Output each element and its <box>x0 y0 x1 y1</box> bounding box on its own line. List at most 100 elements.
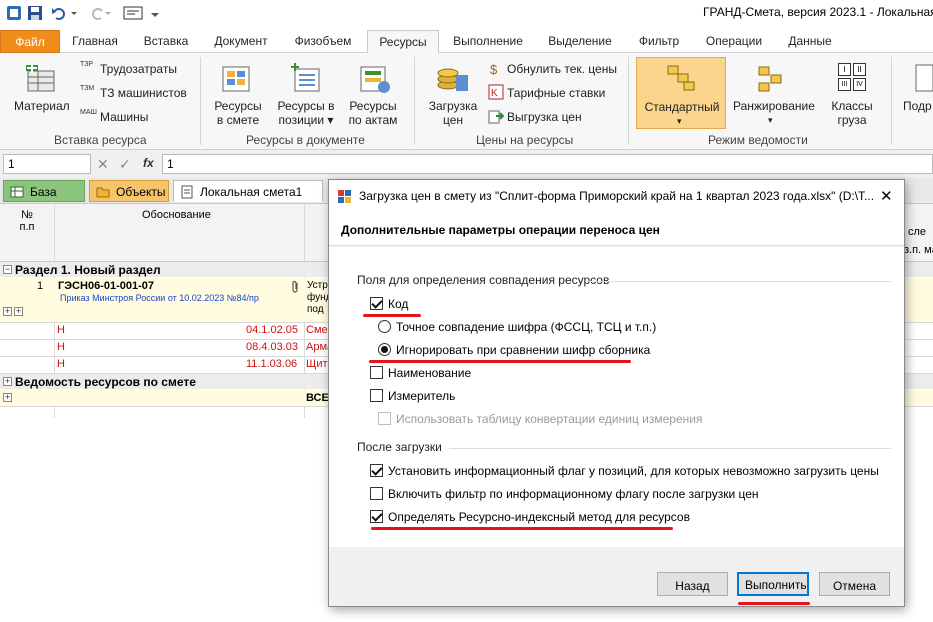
sub-row-code: 08.4.03.03 <box>246 341 298 353</box>
exact-match-radio[interactable] <box>378 320 391 333</box>
expand-icon[interactable]: + <box>14 307 23 316</box>
section-after-load: После загрузки <box>357 440 442 454</box>
section-divider <box>587 281 891 282</box>
resources-by-acts-icon[interactable] <box>357 61 391 95</box>
load-prices-button[interactable]: Загрузка цен <box>428 99 478 127</box>
subcontract-button[interactable]: Подр <box>903 99 932 113</box>
reset-prices-button[interactable]: Обнулить тек. цены <box>507 62 617 76</box>
operators-labor-button[interactable]: ТЗ машинистов <box>100 86 187 100</box>
tab-local-estimate[interactable]: Локальная смета1 <box>173 180 323 202</box>
machines-button[interactable]: Машины <box>100 110 148 124</box>
cancel-edit-icon[interactable]: ✕ <box>97 156 109 173</box>
group-label-resource-prices: Цены на ресурсы <box>476 133 574 147</box>
enable-filter-label: Включить фильтр по информационному флагу… <box>388 487 759 501</box>
material-icon[interactable] <box>24 61 60 97</box>
name-checkbox[interactable] <box>370 366 383 379</box>
resources-by-acts-button[interactable]: Ресурсы по актам <box>348 99 398 127</box>
tab-data[interactable]: Данные <box>777 30 843 53</box>
ribbon-separator <box>414 57 415 145</box>
tab-home[interactable]: Главная <box>62 30 128 53</box>
row-number: 1 <box>37 280 44 292</box>
code-label: Код <box>388 297 409 311</box>
tariff-rates-icon: K <box>488 84 504 100</box>
ignore-collection-code-radio[interactable] <box>378 343 391 356</box>
ranking-icon[interactable] <box>755 63 789 95</box>
section-match-fields: Поля для определения совпадения ресурсов <box>357 273 610 287</box>
expand-icon[interactable]: + <box>3 377 12 386</box>
document-icon <box>181 185 193 199</box>
sub-row-code: 04.1.02.05 <box>246 324 298 336</box>
cargo-classes-button[interactable]: Классы груза <box>830 99 874 127</box>
unit-checkbox[interactable] <box>370 389 383 402</box>
resources-in-position-icon[interactable] <box>289 61 323 95</box>
tab-physvolume[interactable]: Физобъем <box>283 30 363 53</box>
resource-index-method-checkbox[interactable] <box>370 510 383 523</box>
row-order: Приказ Минстроя России от 10.02.2023 №84… <box>60 293 259 303</box>
tab-document[interactable]: Документ <box>203 30 279 53</box>
confirm-edit-icon[interactable]: ✓ <box>119 156 131 173</box>
material-button[interactable]: Материал <box>14 99 70 113</box>
highlight-underline <box>371 527 673 530</box>
print-preview-icon[interactable] <box>123 5 143 21</box>
cancel-button[interactable]: Отмена <box>819 572 890 596</box>
resources-in-estimate-button[interactable]: Ресурсы в смете <box>214 99 262 127</box>
highlight-underline <box>738 602 810 605</box>
ribbon-separator <box>200 57 201 145</box>
svg-text:K: K <box>491 88 498 99</box>
collapse-icon[interactable]: − <box>3 265 12 274</box>
run-button[interactable]: Выполнить <box>737 572 809 596</box>
dialog-header: Дополнительные параметры операции перено… <box>329 212 904 246</box>
ignore-collection-code-label: Игнорировать при сравнении шифр сборника <box>396 343 651 357</box>
group-label-resources-in-document: Ресурсы в документе <box>246 133 365 147</box>
export-prices-button[interactable]: Выгрузка цен <box>507 110 582 124</box>
group-label-insert-resource: Вставка ресурса <box>54 133 147 147</box>
cell-reference-field[interactable]: 1 <box>3 154 91 174</box>
expand-icon[interactable]: + <box>3 307 12 316</box>
tariff-rates-button[interactable]: Тарифные ставки <box>507 86 605 100</box>
formula-input[interactable]: 1 <box>162 154 933 174</box>
tab-operations[interactable]: Операции <box>696 30 772 53</box>
subcontract-icon[interactable] <box>914 63 933 95</box>
standard-mode-button[interactable]: Стандартный ▾ <box>636 57 726 129</box>
standard-mode-label: Стандартный <box>644 100 720 114</box>
tab-execution[interactable]: Выполнение <box>443 30 533 53</box>
ribbon-separator <box>891 57 892 145</box>
back-button[interactable]: Назад <box>657 572 728 596</box>
unit-conversion-checkbox[interactable] <box>378 412 391 425</box>
tab-file[interactable]: Файл <box>0 30 60 53</box>
save-icon[interactable] <box>27 5 43 21</box>
ranking-dropdown-icon: ▾ <box>768 115 773 125</box>
expand-icon[interactable]: + <box>3 393 12 402</box>
load-prices-icon[interactable] <box>434 61 470 95</box>
customize-toolbar-icon[interactable] <box>150 5 160 21</box>
unit-label: Измеритель <box>388 389 456 403</box>
tab-database[interactable]: База <box>3 180 85 202</box>
close-icon[interactable]: ✕ <box>880 187 893 205</box>
tab-insert[interactable]: Вставка <box>131 30 201 53</box>
attachment-icon[interactable] <box>290 280 300 294</box>
tab-objects[interactable]: Объекты <box>89 180 169 202</box>
code-checkbox[interactable] <box>370 297 383 310</box>
enable-filter-checkbox[interactable] <box>370 487 383 500</box>
sub-row-flag: Н <box>57 341 65 353</box>
tab-filter[interactable]: Фильтр <box>627 30 691 53</box>
column-header-basis: Обоснование <box>142 209 211 221</box>
undo-dropdown-icon[interactable] <box>70 5 78 21</box>
ranking-button[interactable]: Ранжирование <box>733 99 815 113</box>
set-info-flag-label: Установить информационный флаг у позиций… <box>388 464 879 478</box>
section-divider <box>449 448 891 449</box>
function-icon[interactable]: fx <box>143 156 154 170</box>
labor-button[interactable]: Трудозатраты <box>100 62 177 76</box>
undo-icon[interactable] <box>51 5 67 21</box>
resources-in-position-button[interactable]: Ресурсы в позиции ▾ <box>276 99 336 127</box>
tab-resources[interactable]: Ресурсы <box>367 30 439 54</box>
column-header-right-2: з.п. ма <box>904 244 933 256</box>
machines-icon: МАШ <box>80 109 97 116</box>
dialog-body: Поля для определения совпадения ресурсов… <box>329 247 904 547</box>
cargo-classes-icon[interactable]: I II III IV <box>838 63 868 95</box>
resources-in-estimate-icon[interactable] <box>219 61 253 95</box>
name-label: Наименование <box>388 366 472 380</box>
tab-selection[interactable]: Выделение <box>537 30 623 53</box>
set-info-flag-checkbox[interactable] <box>370 464 383 477</box>
redo-dropdown-icon[interactable] <box>104 5 112 21</box>
